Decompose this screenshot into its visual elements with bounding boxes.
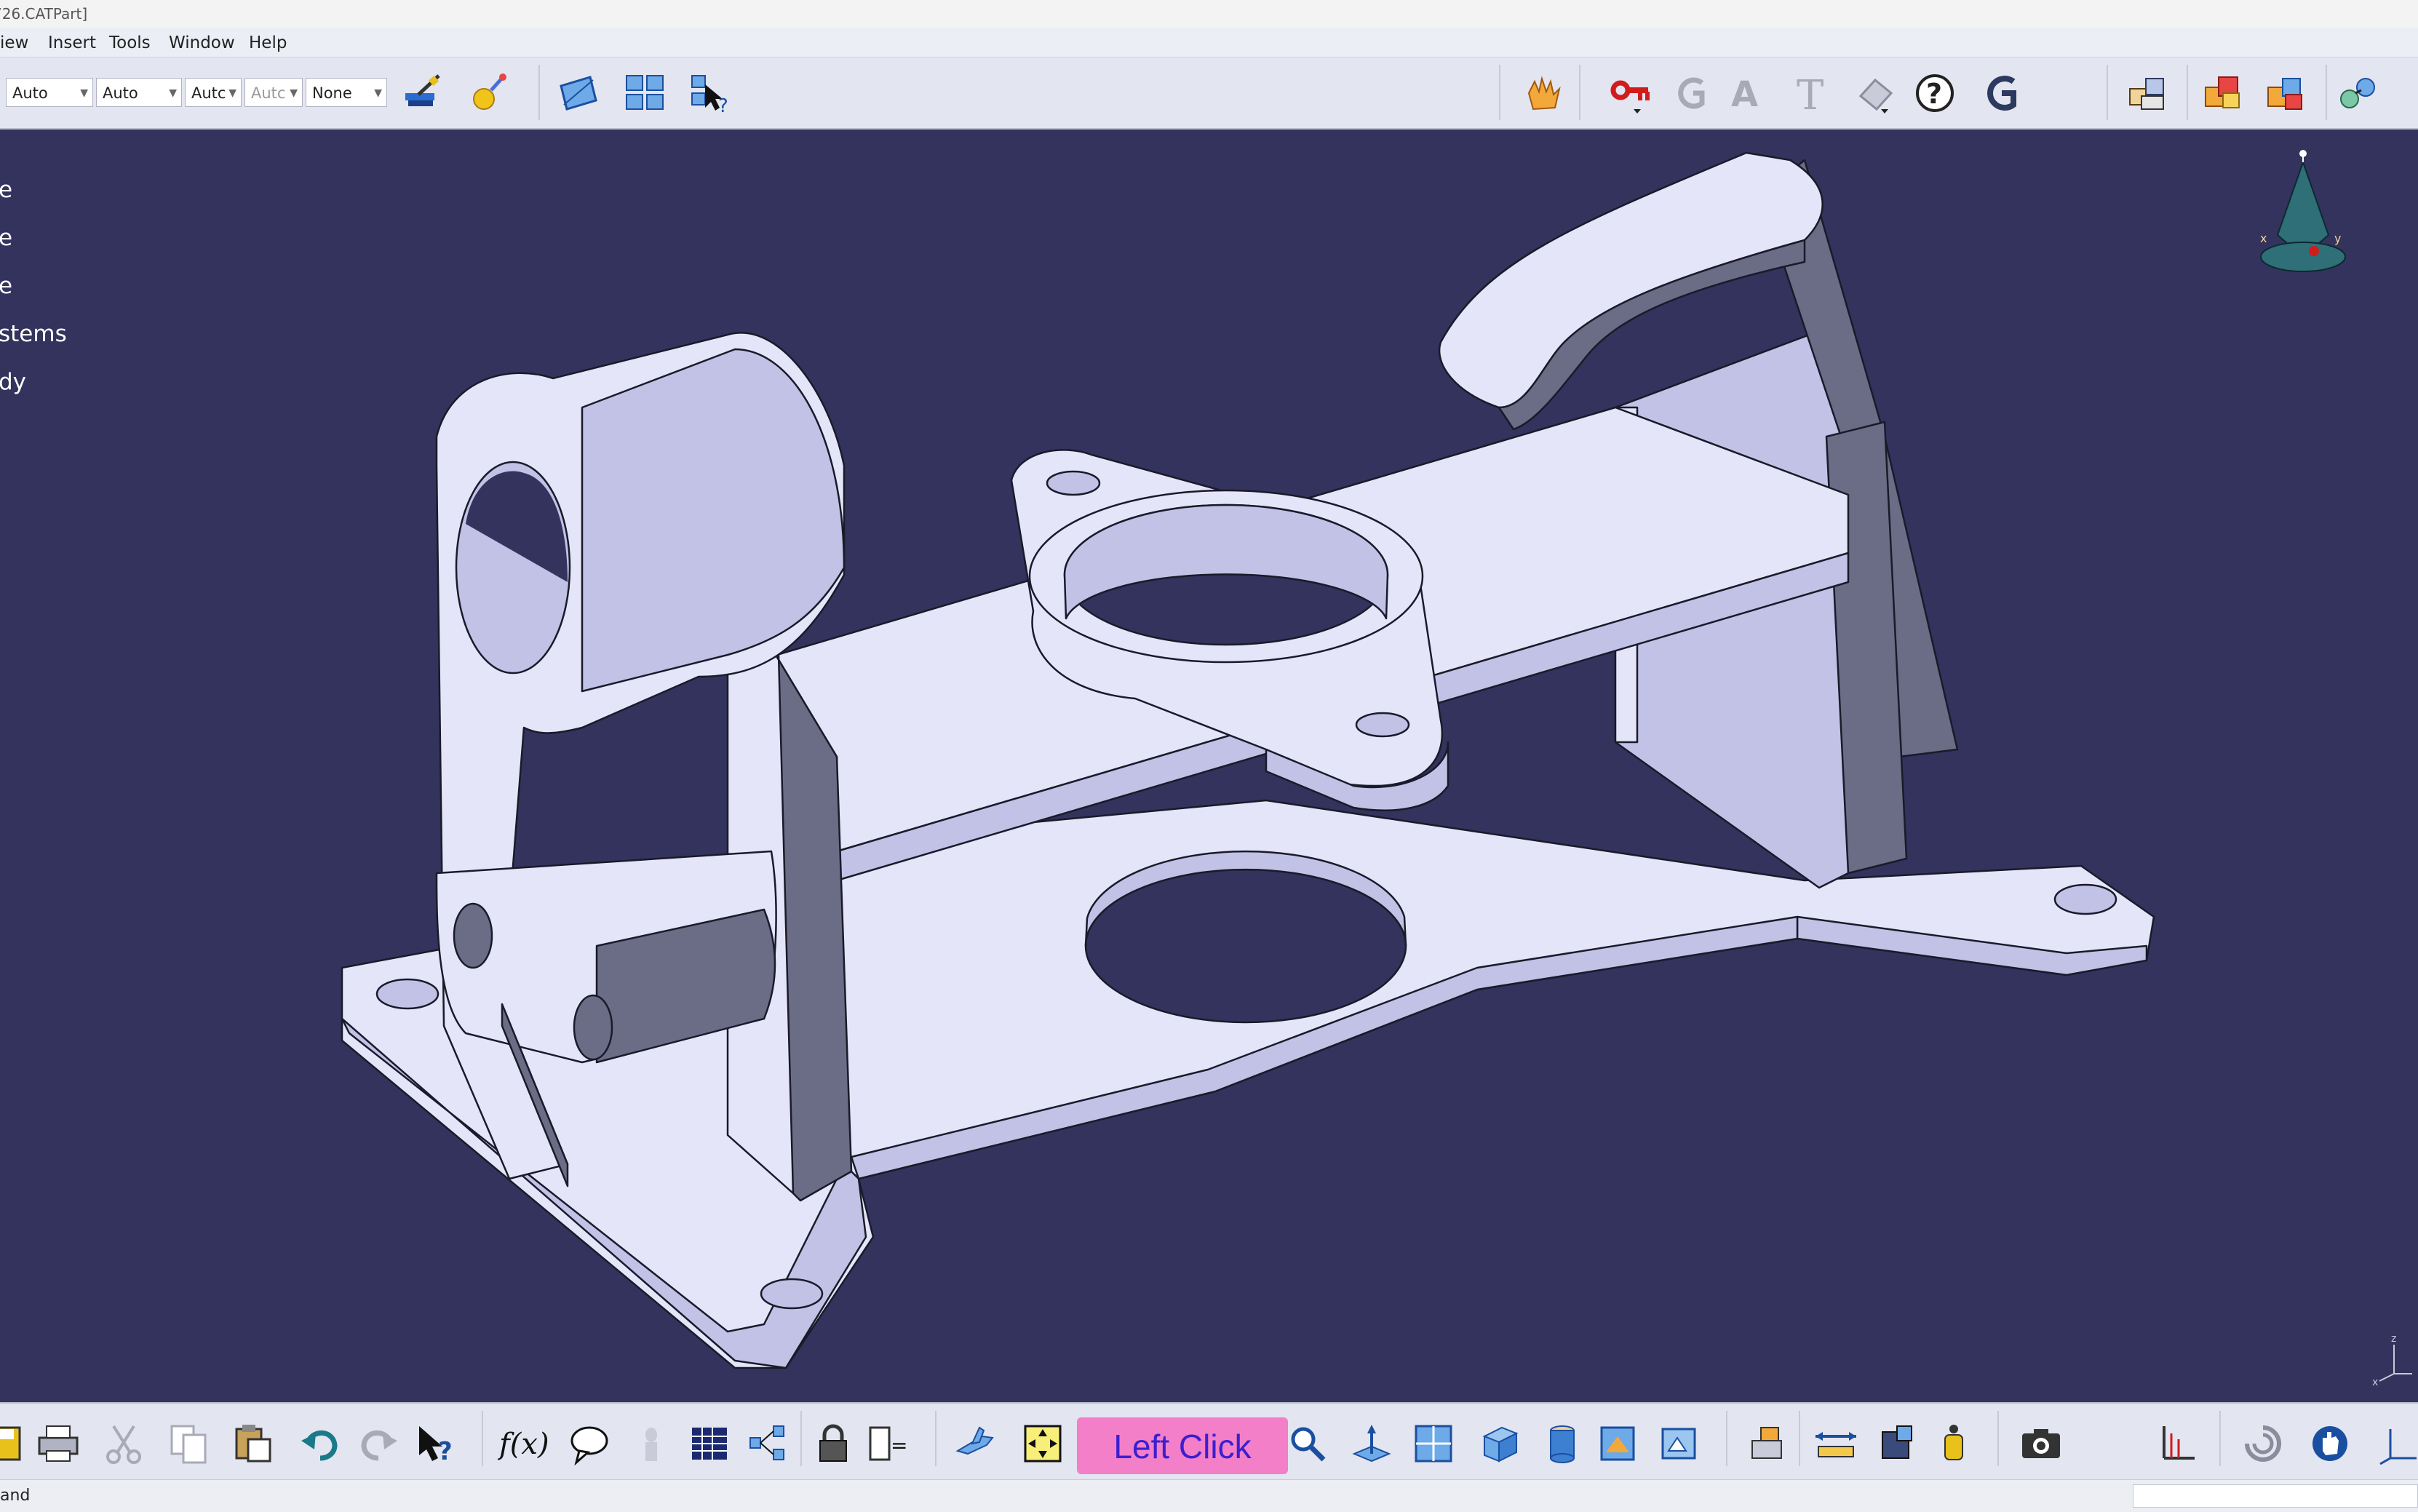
copy-icon[interactable] [164, 1418, 215, 1469]
zoom-icon[interactable] [1282, 1418, 1333, 1469]
svg-text:f(x): f(x) [498, 1428, 549, 1461]
measure-icon[interactable] [1810, 1418, 1861, 1469]
fly-icon[interactable] [950, 1418, 1001, 1469]
parameters-icon[interactable]: = [862, 1418, 913, 1469]
compass-icon[interactable] [2372, 1418, 2418, 1469]
menu-tools[interactable]: Tools [109, 28, 151, 57]
undo-icon[interactable] [295, 1418, 346, 1469]
svg-text:?: ? [1926, 78, 1942, 110]
status-bar: and [0, 1479, 2418, 1512]
inertia-icon[interactable] [1928, 1418, 1979, 1469]
menu-window[interactable]: Window [169, 28, 235, 57]
redo-icon[interactable] [353, 1418, 404, 1469]
normal-view-icon[interactable] [1346, 1418, 1397, 1469]
line-thickness-combo[interactable]: Autc ▼ [185, 78, 242, 107]
measure-item-icon[interactable] [1872, 1418, 1922, 1469]
multi-view-icon[interactable] [623, 71, 668, 116]
print-icon[interactable] [33, 1418, 84, 1469]
window-title: 726.CATPart] [0, 5, 88, 23]
menu-insert[interactable]: Insert [48, 28, 96, 57]
transparency-combo[interactable]: Auto ▼ [96, 78, 182, 107]
product2-icon[interactable] [2263, 71, 2308, 116]
swap-icon[interactable] [1743, 1418, 1794, 1469]
query-icon[interactable]: ? [688, 71, 733, 116]
status-text: and [0, 1487, 31, 1505]
axis-icon[interactable] [2150, 1418, 2201, 1469]
left-click-indicator: Left Click [1077, 1417, 1288, 1474]
iso-view-icon[interactable] [1474, 1418, 1524, 1469]
assembly-icon[interactable] [2125, 71, 2170, 116]
table-icon[interactable] [684, 1418, 735, 1469]
pan-icon[interactable] [2304, 1418, 2355, 1469]
cad-part-model[interactable] [0, 130, 2418, 1402]
top-toolbar: Auto ▼ Auto ▼ Autc ▼ Autc ▼ None ▼ ? A T ? [0, 57, 2418, 130]
a-icon[interactable]: A [1725, 71, 1770, 116]
g-logo-icon[interactable] [1978, 71, 2023, 116]
comment-icon[interactable] [564, 1418, 615, 1469]
svg-text:T: T [1797, 72, 1824, 115]
product-icon[interactable] [2200, 71, 2246, 116]
hide-show-icon[interactable] [1653, 1418, 1704, 1469]
title-bar: 726.CATPart] [0, 0, 2418, 28]
svg-text:?: ? [718, 95, 728, 115]
svg-text:A: A [1731, 74, 1758, 115]
fit-all-icon[interactable] [1017, 1418, 1068, 1469]
bottom-toolbar: ? f(x) = Left Click [0, 1402, 2418, 1481]
svg-text:x: x [2260, 231, 2267, 245]
save-icon[interactable] [0, 1418, 29, 1469]
menu-bar: iew Insert Tools Window Help [0, 28, 2418, 57]
knowledge-icon[interactable] [626, 1418, 677, 1469]
3d-viewport[interactable]: e e e stems dy x y z x [0, 130, 2418, 1402]
paint-brush-icon[interactable] [400, 71, 445, 116]
capture-icon[interactable] [2016, 1418, 2067, 1469]
constraint-icon[interactable] [2336, 71, 2381, 116]
cut-icon[interactable] [98, 1418, 149, 1469]
menu-view[interactable]: iew [0, 28, 28, 57]
svg-text:?: ? [438, 1437, 453, 1465]
color-combo[interactable]: Auto ▼ [6, 78, 93, 107]
shading-icon[interactable] [1537, 1418, 1588, 1469]
spin-icon[interactable] [2238, 1418, 2288, 1469]
g-icon[interactable] [1668, 71, 1713, 116]
help-icon[interactable]: ? [1912, 71, 1957, 116]
menu-help[interactable]: Help [249, 28, 287, 57]
svg-text:y: y [2334, 231, 2341, 245]
command-input[interactable] [2133, 1484, 2418, 1508]
tree-icon[interactable] [742, 1418, 793, 1469]
svg-text:z: z [2391, 1333, 2396, 1345]
light-bulb-icon[interactable] [466, 71, 511, 116]
layer-combo[interactable]: None ▼ [306, 78, 387, 107]
plane-icon[interactable] [556, 71, 601, 116]
sketch-icon[interactable] [1854, 71, 1899, 116]
render-icon[interactable] [1592, 1418, 1643, 1469]
text-icon[interactable]: T [1790, 71, 1835, 116]
line-type-combo[interactable]: Autc ▼ [244, 78, 303, 107]
compass-widget[interactable]: x y [2248, 148, 2358, 286]
formula-icon[interactable]: f(x) [498, 1418, 549, 1469]
lock-icon[interactable] [808, 1418, 859, 1469]
key-icon[interactable] [1608, 71, 1653, 116]
axis-triad: z x [2372, 1333, 2412, 1388]
svg-text:=: = [891, 1433, 907, 1457]
svg-text:x: x [2372, 1377, 2378, 1388]
hand-icon[interactable] [1521, 71, 1566, 116]
multi-view-icon[interactable] [1408, 1418, 1459, 1469]
paste-icon[interactable] [227, 1418, 278, 1469]
whats-this-icon[interactable]: ? [411, 1418, 462, 1469]
